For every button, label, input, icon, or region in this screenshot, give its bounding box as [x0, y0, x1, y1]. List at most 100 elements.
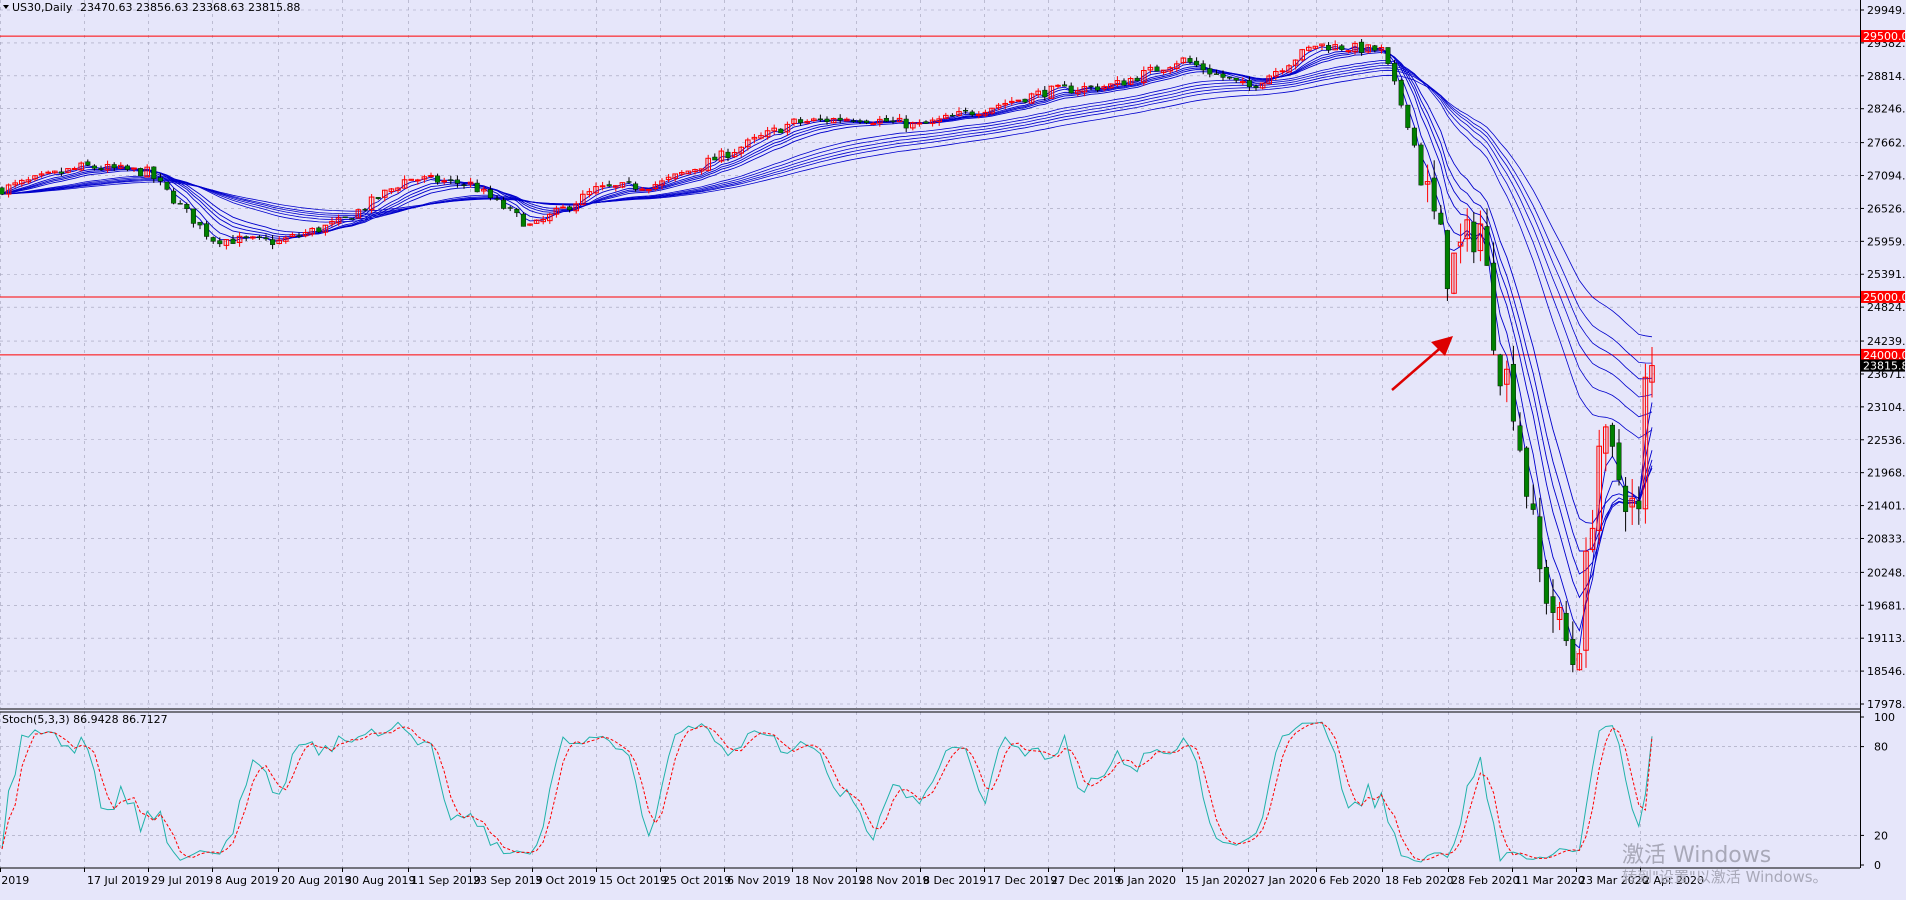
candlestick: [1154, 64, 1160, 72]
bear-candle-body: [712, 156, 718, 161]
bear-candle-body: [1068, 85, 1074, 94]
bear-candle-body: [1510, 364, 1516, 422]
ema-line: [1, 45, 1653, 649]
bear-candle-body: [1444, 230, 1450, 289]
candlestick: [1424, 164, 1431, 203]
candlestick: [586, 188, 593, 198]
price-tick-label: 24239.20: [1867, 335, 1906, 348]
price-axis: 29949.6029382.2028814.4028246.8027662.00…: [1860, 4, 1906, 872]
bear-candle-body: [138, 168, 144, 177]
candlestick: [1405, 104, 1411, 130]
candlestick: [1339, 44, 1345, 52]
candlestick: [751, 133, 758, 144]
time-tick-label: 20 Aug 2019: [281, 874, 351, 887]
bear-candle-body: [217, 240, 223, 245]
candlestick: [1471, 211, 1477, 264]
bear-candle-body: [864, 120, 870, 123]
collapse-triangle-icon[interactable]: [3, 5, 9, 9]
candlestick: [1570, 621, 1576, 673]
stoch-main-line: [1, 721, 1653, 863]
candlestick: [850, 118, 856, 123]
bull-candle-body: [1345, 50, 1352, 53]
candlestick: [223, 239, 230, 250]
candlestick: [85, 159, 91, 166]
bear-candle-body: [243, 236, 249, 238]
bear-candle-body: [157, 177, 163, 182]
candlestick: [276, 236, 282, 245]
candlestick: [883, 115, 889, 122]
bear-candle-body: [1326, 45, 1332, 51]
horizontal-levels: [0, 35, 1860, 356]
bull-candle-body: [1279, 70, 1286, 73]
bear-candle-body: [890, 120, 896, 122]
bull-candle-body: [441, 180, 447, 183]
candlestick: [138, 167, 144, 177]
price-tick-label: 26526.80: [1867, 202, 1906, 215]
candlestick: [448, 175, 454, 185]
bear-candle-body: [850, 120, 856, 122]
candlestick: [718, 148, 725, 163]
bear-candle-body: [1220, 73, 1226, 78]
ema-line: [1, 74, 1653, 338]
bear-candle-body: [725, 151, 731, 158]
bear-candle-body: [316, 227, 322, 233]
bear-candle-body: [164, 181, 170, 190]
time-tick-label: 6 Jan 2020: [1117, 874, 1176, 887]
bear-candle-body: [1213, 73, 1219, 75]
candlestick: [507, 205, 513, 212]
candlesticks: [0, 39, 1655, 673]
bear-candle-body: [1200, 63, 1206, 71]
candlestick: [289, 232, 296, 238]
candlestick: [1616, 429, 1622, 486]
bull-candle-body: [1240, 81, 1246, 84]
candlestick: [217, 237, 223, 248]
candlestick: [1491, 242, 1497, 355]
price-tick-label: 22536.40: [1867, 434, 1906, 447]
bear-candle-body: [798, 119, 804, 123]
bull-candle-body: [639, 188, 646, 191]
candlestick: [1194, 57, 1200, 67]
price-tick-label: 29949.60: [1867, 4, 1906, 17]
candlestick: [1392, 59, 1398, 85]
candlestick: [250, 235, 256, 240]
bear-candle-body: [1187, 58, 1193, 63]
bear-candle-body: [778, 128, 784, 134]
bear-candle-body: [1246, 80, 1252, 88]
time-tick-label: 15 Oct 2019: [599, 874, 667, 887]
candlestick: [197, 221, 203, 230]
bear-candle-body: [85, 161, 91, 166]
candlestick: [1556, 601, 1563, 631]
candlestick: [533, 219, 540, 224]
bull-candle-body: [976, 114, 982, 117]
chart-canvas[interactable]: 29949.6029382.2028814.4028246.8027662.00…: [0, 0, 1906, 896]
bear-candle-body: [949, 114, 955, 117]
price-tick-label: 25959.20: [1867, 235, 1906, 248]
bear-candle-body: [197, 221, 203, 226]
bear-candle-body: [270, 239, 276, 245]
candlestick: [1550, 579, 1556, 633]
candlestick: [1418, 142, 1424, 186]
bear-candle-body: [1550, 596, 1556, 613]
price-tick-label: 19113.60: [1867, 632, 1906, 645]
bear-candle-body: [296, 235, 302, 237]
bear-candle-body: [626, 181, 632, 183]
bear-candle-body: [1207, 68, 1213, 75]
candlestick: [771, 124, 778, 135]
bear-candle-body: [256, 236, 262, 238]
bull-candle-body: [71, 167, 78, 170]
bear-candle-body: [0, 187, 5, 195]
time-tick-label: 25 Oct 2019: [663, 874, 731, 887]
candlestick: [256, 235, 262, 240]
bear-candle-body: [454, 179, 460, 184]
bear-candle-body: [1411, 127, 1417, 146]
time-tick-label: 8 Aug 2019: [215, 874, 278, 887]
candlestick: [124, 164, 130, 172]
time-tick-label: 8 Dec 2019: [923, 874, 986, 887]
bear-candle-body: [1484, 226, 1490, 266]
candlestick: [712, 153, 718, 161]
time-tick-label: 18 Feb 2020: [1385, 874, 1453, 887]
candlestick: [1451, 252, 1457, 295]
candlestick: [1438, 205, 1444, 225]
bear-candle-body: [1563, 612, 1569, 642]
ema-line: [1, 67, 1653, 380]
